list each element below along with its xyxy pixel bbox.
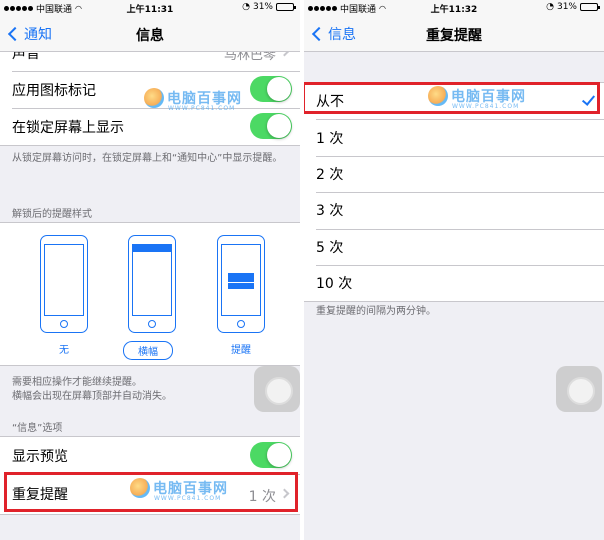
lockscreen-note: 从锁定屏幕访问时，在锁定屏幕上和“通知中心”中显示提醒。 xyxy=(12,153,283,164)
option-label: 1 次 xyxy=(316,130,344,147)
battery-icon xyxy=(276,3,296,11)
watermark-logo-icon xyxy=(144,88,164,108)
status-bar: 中国联通 ◠ 上午11:32 ◔ 31% xyxy=(304,0,604,16)
left-screen: 中国联通 ◠ 上午11:31 ◔ 31% 通知 信息 声音 马林巴琴 应用图标标… xyxy=(0,0,300,540)
repeat-note: 重复提醒的间隔为两分钟。 xyxy=(316,306,436,317)
style-label-banner: 横幅 xyxy=(123,341,173,360)
battery-percent: 31% xyxy=(252,2,273,12)
style-option-alert[interactable]: 提醒 xyxy=(217,235,265,357)
style-label-none: 无 xyxy=(59,345,69,356)
phone-none-icon xyxy=(40,235,88,333)
repeat-options-list: 从不 1 次 2 次 3 次 5 次 10 次 xyxy=(304,82,604,303)
option-row[interactable]: 5 次 xyxy=(304,228,604,265)
watermark-logo-icon xyxy=(428,86,448,106)
style-label-alert: 提醒 xyxy=(231,345,251,356)
watermark-sub: WWW.PC841.COM xyxy=(452,103,520,110)
watermark-sub: WWW.PC841.COM xyxy=(168,105,236,112)
lockscreen-row: 在锁定屏幕上显示 xyxy=(0,108,300,145)
watermark-sub: WWW.PC841.COM xyxy=(154,495,222,502)
option-row[interactable]: 10 次 xyxy=(304,264,604,301)
option-label: 10 次 xyxy=(316,276,353,293)
battery-percent: 31% xyxy=(556,2,577,12)
option-row[interactable]: 3 次 xyxy=(304,192,604,228)
styles-note-1: 需要相应操作才能继续提醒。 xyxy=(12,377,142,388)
preview-row: 显示预览 xyxy=(0,437,300,474)
assistive-touch-button[interactable] xyxy=(254,366,300,412)
nav-bar-overlay: 通知 信息 xyxy=(0,16,300,52)
options-header: “信息”选项 xyxy=(12,423,63,434)
lockscreen-toggle[interactable] xyxy=(250,113,292,139)
styles-header: 解锁后的提醒样式 xyxy=(12,209,92,220)
watermark: 电脑百事网 WWW.PC841.COM xyxy=(428,86,526,110)
phone-alert-icon xyxy=(217,235,265,333)
nav-bar: 信息 重复提醒 xyxy=(304,16,604,52)
option-label: 5 次 xyxy=(316,239,344,256)
page-title: 重复提醒 xyxy=(426,28,482,44)
alert-style-picker: 无 横幅 提醒 xyxy=(0,222,300,366)
assistive-touch-button[interactable] xyxy=(556,366,602,412)
style-option-banner[interactable]: 横幅 xyxy=(123,235,176,360)
option-row[interactable]: 2 次 xyxy=(304,155,604,192)
watermark: 电脑百事网 WWW.PC841.COM xyxy=(130,478,228,502)
page-title: 信息 xyxy=(136,28,164,44)
style-option-none[interactable]: 无 xyxy=(40,235,88,357)
status-bar-overlay: 中国联通 ◠ 上午11:31 ◔ 31% xyxy=(0,0,300,16)
watermark-logo-icon xyxy=(130,478,150,498)
option-label: 3 次 xyxy=(316,203,344,220)
watermark: 电脑百事网 WWW.PC841.COM xyxy=(144,88,242,112)
right-screen: 中国联通 ◠ 上午11:32 ◔ 31% 信息 重复提醒 从不 1 次 2 次 … xyxy=(304,0,604,540)
styles-note-2: 横幅会出现在屏幕顶部并自动消失。 xyxy=(12,391,172,402)
option-row[interactable]: 1 次 xyxy=(304,119,604,155)
alarm-icon: ◔ xyxy=(242,2,250,12)
alarm-icon: ◔ xyxy=(546,2,554,12)
option-label: 2 次 xyxy=(316,166,344,183)
battery-icon xyxy=(580,3,600,11)
preview-toggle[interactable] xyxy=(250,442,292,468)
badge-toggle[interactable] xyxy=(250,76,292,102)
phone-banner-icon xyxy=(128,235,176,333)
